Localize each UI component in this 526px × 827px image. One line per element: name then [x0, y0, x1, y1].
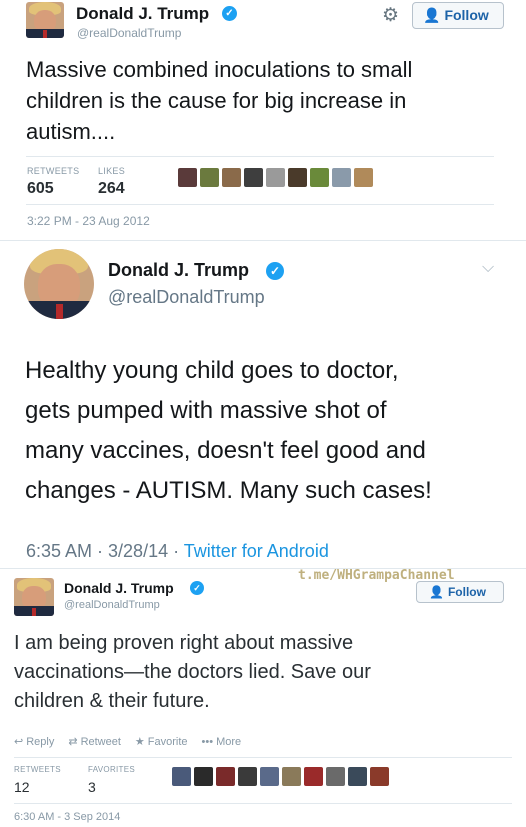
author-handle[interactable]: @realDonaldTrump	[77, 26, 181, 40]
divider	[26, 156, 494, 157]
timestamp[interactable]: 6:35 AM · 3/28/14 ·	[26, 541, 184, 561]
divider	[26, 204, 494, 205]
mini-avatar[interactable]	[304, 767, 323, 786]
reply-arrow-icon: ↩	[14, 736, 24, 748]
timestamp[interactable]: 6:30 AM - 3 Sep 2014	[14, 811, 120, 823]
settings-gear-icon[interactable]: ⚙	[382, 4, 399, 27]
avatar[interactable]	[24, 249, 94, 319]
likes-count[interactable]: 264	[98, 180, 125, 198]
retweet-icon: ⇄	[68, 736, 78, 748]
retweets-count[interactable]: 605	[27, 180, 54, 198]
author-handle[interactable]: @realDonaldTrump	[108, 287, 265, 308]
verified-badge-icon: ✓	[266, 262, 284, 280]
verified-badge-icon: ✓	[190, 581, 204, 595]
mini-avatar[interactable]	[238, 767, 257, 786]
mini-avatar[interactable]	[200, 168, 219, 187]
retweets-count[interactable]: 12	[14, 779, 30, 795]
retweets-label: RETWEETS	[27, 166, 80, 176]
mini-avatar[interactable]	[370, 767, 389, 786]
tweet-actions: ↩ Reply ⇄ Retweet ★ Favorite ••• More	[14, 735, 242, 749]
favorite-star-icon: ★	[134, 736, 145, 748]
avatar[interactable]	[26, 2, 64, 38]
timestamp-row: 6:35 AM · 3/28/14 · Twitter for Android	[26, 541, 329, 562]
mini-avatar[interactable]	[326, 767, 345, 786]
mini-avatar[interactable]	[332, 168, 351, 187]
mini-avatar[interactable]	[266, 168, 285, 187]
favorite-label: Favorite	[147, 735, 188, 748]
author-handle[interactable]: @realDonaldTrump	[64, 599, 160, 611]
tweet-card-2: Donald J. Trump ✓ @realDonaldTrump ⌵ Hea…	[0, 240, 526, 568]
mini-avatar[interactable]	[194, 767, 213, 786]
follow-label: Follow	[447, 585, 486, 599]
mini-avatar[interactable]	[260, 767, 279, 786]
follow-person-plus-icon: 👤	[423, 7, 441, 23]
author-name[interactable]: Donald J. Trump	[108, 260, 249, 281]
favorite-button[interactable]: ★ Favorite	[134, 735, 188, 749]
avatar[interactable]	[14, 578, 54, 616]
mini-avatar[interactable]	[348, 767, 367, 786]
reply-button[interactable]: ↩ Reply	[14, 735, 55, 749]
divider	[14, 803, 512, 804]
tweet-card-1: Donald J. Trump ✓ @realDonaldTrump ⚙ 👤 Fo…	[0, 0, 526, 240]
tweet-card-3: Donald J. Trump ✓ @realDonaldTrump t.me/…	[0, 568, 526, 827]
author-name[interactable]: Donald J. Trump	[76, 4, 209, 24]
retweet-label: Retweet	[80, 735, 121, 748]
timestamp[interactable]: 3:22 PM - 23 Aug 2012	[27, 214, 150, 228]
more-button[interactable]: ••• More	[202, 735, 242, 748]
divider	[14, 757, 512, 758]
mini-avatar[interactable]	[244, 168, 263, 187]
tweet-text: I am being proven right about massive va…	[14, 632, 371, 712]
source-link[interactable]: Twitter for Android	[184, 541, 329, 561]
mini-avatar[interactable]	[354, 168, 373, 187]
mini-avatar[interactable]	[288, 168, 307, 187]
mini-avatar[interactable]	[282, 767, 301, 786]
follow-button[interactable]: 👤 Follow	[416, 581, 504, 603]
reply-label: Reply	[26, 735, 55, 748]
follow-button[interactable]: 👤 Follow	[412, 2, 504, 29]
favorites-count[interactable]: 3	[88, 779, 96, 795]
chevron-down-icon[interactable]: ⌵	[482, 259, 494, 277]
mini-avatar[interactable]	[216, 767, 235, 786]
retweet-button[interactable]: ⇄ Retweet	[68, 735, 121, 749]
tweet-text: Healthy young child goes to doctor, gets…	[25, 357, 432, 504]
follow-label: Follow	[444, 7, 489, 23]
favoriter-avatars	[172, 767, 389, 786]
likes-label: LIKES	[98, 166, 126, 176]
mini-avatar[interactable]	[178, 168, 197, 187]
follow-person-plus-icon: 👤	[429, 585, 444, 599]
favorites-label: FAVORITES	[88, 765, 136, 774]
author-name[interactable]: Donald J. Trump	[64, 580, 174, 596]
mini-avatar[interactable]	[222, 168, 241, 187]
more-label: More	[216, 735, 242, 748]
mini-avatar[interactable]	[172, 767, 191, 786]
mini-avatar[interactable]	[310, 168, 329, 187]
more-dots-icon: •••	[201, 735, 214, 748]
liker-avatars	[178, 168, 373, 187]
tweet-text: Massive combined inoculations to small c…	[26, 57, 413, 144]
retweets-label: RETWEETS	[14, 765, 61, 774]
verified-badge-icon: ✓	[222, 6, 237, 21]
